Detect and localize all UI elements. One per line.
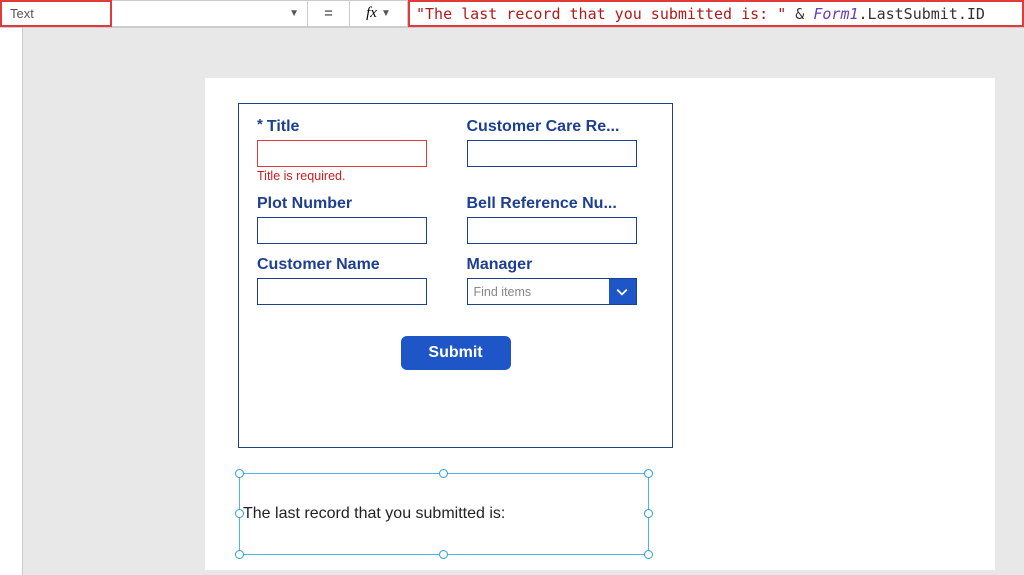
customer-care-input[interactable]: [467, 140, 637, 167]
equals-indicator: =: [308, 0, 350, 27]
submit-button[interactable]: Submit: [401, 336, 511, 370]
title-input[interactable]: [257, 140, 427, 167]
submit-button-label: Submit: [428, 344, 482, 361]
formula-token-object: Form1: [813, 5, 858, 23]
required-indicator: *: [257, 116, 263, 133]
canvas-left-edge: [0, 28, 23, 575]
field-label: Customer Name: [257, 256, 437, 274]
property-dropdown-value: Text: [10, 6, 34, 21]
combobox-toggle[interactable]: [609, 279, 636, 304]
plot-number-input[interactable]: [257, 217, 427, 244]
field-title: * Title Title is required.: [257, 118, 445, 183]
fx-label: fx: [366, 5, 377, 22]
formula-token-op: &: [786, 5, 813, 23]
control-dropdown[interactable]: ▼: [112, 0, 308, 27]
field-customer-care: Customer Care Re...: [467, 118, 655, 183]
property-dropdown[interactable]: Text: [0, 0, 112, 27]
formula-token-string: "The last record that you submitted is: …: [416, 5, 786, 23]
chevron-down-icon: ▼: [289, 8, 299, 19]
field-label: Manager: [467, 256, 647, 274]
field-bell-reference: Bell Reference Nu...: [467, 195, 655, 244]
field-label: Plot Number: [257, 195, 437, 213]
customer-name-input[interactable]: [257, 278, 427, 305]
field-manager: Manager Find items: [467, 256, 655, 305]
manager-placeholder: Find items: [468, 279, 609, 304]
equals-text: =: [324, 5, 333, 22]
manager-combobox[interactable]: Find items: [467, 278, 637, 305]
field-label: Bell Reference Nu...: [467, 195, 647, 213]
formula-input[interactable]: "The last record that you submitted is: …: [408, 0, 1024, 27]
design-canvas[interactable]: * Title Title is required. Customer Care…: [205, 78, 995, 570]
formula-bar: Text ▼ = fx ▼ "The last record that you …: [0, 0, 1024, 28]
fx-button[interactable]: fx ▼: [350, 0, 408, 27]
title-error-text: Title is required.: [257, 169, 445, 183]
field-customer-name: Customer Name: [257, 256, 445, 305]
chevron-down-icon: ▼: [381, 8, 391, 19]
result-label-control[interactable]: The last record that you submitted is:: [239, 473, 649, 555]
form-control[interactable]: * Title Title is required. Customer Care…: [238, 103, 673, 448]
field-label: Customer Care Re...: [467, 118, 647, 136]
form-grid: * Title Title is required. Customer Care…: [257, 118, 654, 311]
bell-reference-input[interactable]: [467, 217, 637, 244]
chevron-down-icon: [616, 286, 628, 298]
result-label-text: The last record that you submitted is:: [243, 505, 505, 523]
field-label: Title: [267, 118, 300, 136]
field-plot-number: Plot Number: [257, 195, 445, 244]
formula-token-member: .LastSubmit.ID: [859, 5, 985, 23]
